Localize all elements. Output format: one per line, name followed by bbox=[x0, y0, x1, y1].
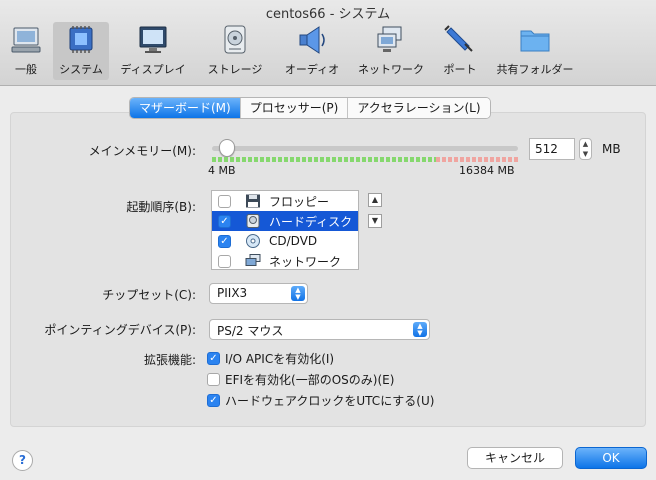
cd-icon bbox=[246, 234, 260, 248]
memory-scale-recommended bbox=[212, 157, 437, 162]
pointing-device-label: ポインティングデバイス(P): bbox=[44, 323, 196, 337]
chipset-label: チップセット(C): bbox=[102, 288, 196, 302]
boot-network-label: ネットワーク bbox=[269, 254, 342, 269]
toolbar-storage[interactable]: ストレージ bbox=[200, 22, 270, 80]
toolbar-system[interactable]: システム bbox=[53, 22, 109, 80]
ok-button[interactable]: OK bbox=[575, 447, 647, 469]
pointing-device-value: PS/2 マウス bbox=[217, 324, 284, 338]
tab-bar: マザーボード(M) プロセッサー(P) アクセラレーション(L) bbox=[129, 97, 491, 119]
boot-network-checkbox[interactable] bbox=[218, 254, 231, 268]
toolbar-shared-folders-label: 共有フォルダー bbox=[496, 63, 574, 76]
toolbar-network[interactable]: ネットワーク bbox=[353, 22, 429, 80]
extended-features-label: 拡張機能: bbox=[143, 353, 196, 367]
boot-item-harddisk[interactable]: ✓ ハードディスク bbox=[212, 211, 358, 231]
toolbar-network-label: ネットワーク bbox=[358, 63, 424, 76]
floppy-icon bbox=[246, 194, 260, 208]
monitor-icon bbox=[11, 27, 41, 53]
toolbar-display-label: ディスプレイ bbox=[120, 63, 186, 76]
window-title: centos66 - システム bbox=[265, 7, 391, 22]
boot-move-down-button[interactable]: ▼ bbox=[368, 214, 382, 228]
speaker-icon bbox=[299, 26, 325, 54]
toolbar-general[interactable]: 一般 bbox=[4, 22, 48, 80]
toolbar-general-label: 一般 bbox=[15, 63, 37, 76]
efi-checkbox[interactable] bbox=[207, 373, 220, 386]
boot-harddisk-label: ハードディスク bbox=[269, 214, 353, 229]
boot-cd-checkbox[interactable]: ✓ bbox=[218, 234, 231, 248]
boot-harddisk-checkbox[interactable]: ✓ bbox=[218, 214, 231, 228]
boot-order-list: フロッピー ✓ ハードディスク ✓ CD/DVD ネットワーク bbox=[211, 190, 359, 270]
boot-item-cd[interactable]: ✓ CD/DVD bbox=[212, 231, 358, 251]
efi-label: EFIを有効化(一部のOSのみ)(E) bbox=[225, 373, 395, 387]
chip-icon bbox=[69, 26, 93, 53]
tab-processor[interactable]: プロセッサー(P) bbox=[240, 98, 349, 118]
utc-option[interactable]: ✓ ハードウェアクロックをUTCにする(U) bbox=[207, 392, 434, 409]
chipset-value: PIIX3 bbox=[217, 286, 248, 300]
network-icon bbox=[245, 254, 261, 266]
harddisk-icon bbox=[246, 214, 260, 228]
boot-move-up-button[interactable]: ▲ bbox=[368, 193, 382, 207]
ioapic-label: I/O APICを有効化(I) bbox=[225, 352, 335, 366]
boot-order-label: 起動順序(B): bbox=[126, 200, 196, 214]
memory-input[interactable]: 512 bbox=[529, 138, 575, 160]
memory-stepper[interactable]: ▲ ▼ bbox=[579, 138, 592, 160]
memory-max-label: 16384 MB bbox=[459, 164, 515, 177]
disk-icon bbox=[224, 25, 246, 54]
toolbar-shared-folders[interactable]: 共有フォルダー bbox=[492, 22, 578, 80]
utc-checkbox[interactable]: ✓ bbox=[207, 394, 220, 407]
memory-scale-warning bbox=[436, 157, 518, 162]
boot-item-floppy[interactable]: フロッピー bbox=[212, 191, 358, 211]
tab-motherboard[interactable]: マザーボード(M) bbox=[130, 98, 241, 118]
pointing-device-select[interactable]: PS/2 マウス ▲ ▼ bbox=[209, 319, 430, 340]
chevron-updown-icon: ▲ ▼ bbox=[291, 286, 305, 301]
boot-cd-label: CD/DVD bbox=[269, 234, 318, 248]
toolbar-audio-label: オーディオ bbox=[284, 63, 340, 76]
toolbar-storage-label: ストレージ bbox=[207, 63, 263, 76]
ioapic-checkbox[interactable]: ✓ bbox=[207, 352, 220, 365]
efi-option[interactable]: EFIを有効化(一部のOSのみ)(E) bbox=[207, 371, 394, 388]
plug-icon bbox=[444, 25, 473, 52]
tab-acceleration[interactable]: アクセラレーション(L) bbox=[348, 98, 490, 118]
toolbar-ports[interactable]: ポート bbox=[437, 22, 483, 80]
network-icon bbox=[377, 26, 402, 52]
memory-label: メインメモリー(M): bbox=[88, 144, 196, 158]
chevron-updown-icon: ▲ ▼ bbox=[413, 322, 427, 337]
ioapic-option[interactable]: ✓ I/O APICを有効化(I) bbox=[207, 350, 334, 367]
help-button[interactable]: ? bbox=[12, 450, 33, 471]
memory-slider-scale bbox=[212, 157, 518, 162]
toolbar-system-label: システム bbox=[59, 63, 103, 76]
memory-min-label: 4 MB bbox=[208, 164, 236, 177]
memory-unit: MB bbox=[602, 142, 621, 156]
display-icon bbox=[139, 26, 167, 53]
boot-floppy-checkbox[interactable] bbox=[218, 194, 231, 208]
cancel-button[interactable]: キャンセル bbox=[467, 447, 563, 469]
boot-floppy-label: フロッピー bbox=[269, 194, 330, 209]
boot-item-network[interactable]: ネットワーク bbox=[212, 251, 358, 271]
window-toolbar: centos66 - システム 一般 システム ディスプレイ ストレージ オーデ… bbox=[0, 0, 656, 86]
toolbar-ports-label: ポート bbox=[443, 63, 477, 76]
folder-icon bbox=[520, 30, 550, 52]
chipset-select[interactable]: PIIX3 ▲ ▼ bbox=[209, 283, 308, 304]
toolbar-display[interactable]: ディスプレイ bbox=[115, 22, 191, 80]
toolbar-audio[interactable]: オーディオ bbox=[279, 22, 345, 80]
memory-slider-track[interactable] bbox=[212, 146, 518, 151]
utc-label: ハードウェアクロックをUTCにする(U) bbox=[225, 394, 435, 408]
memory-slider-thumb[interactable] bbox=[219, 139, 235, 157]
